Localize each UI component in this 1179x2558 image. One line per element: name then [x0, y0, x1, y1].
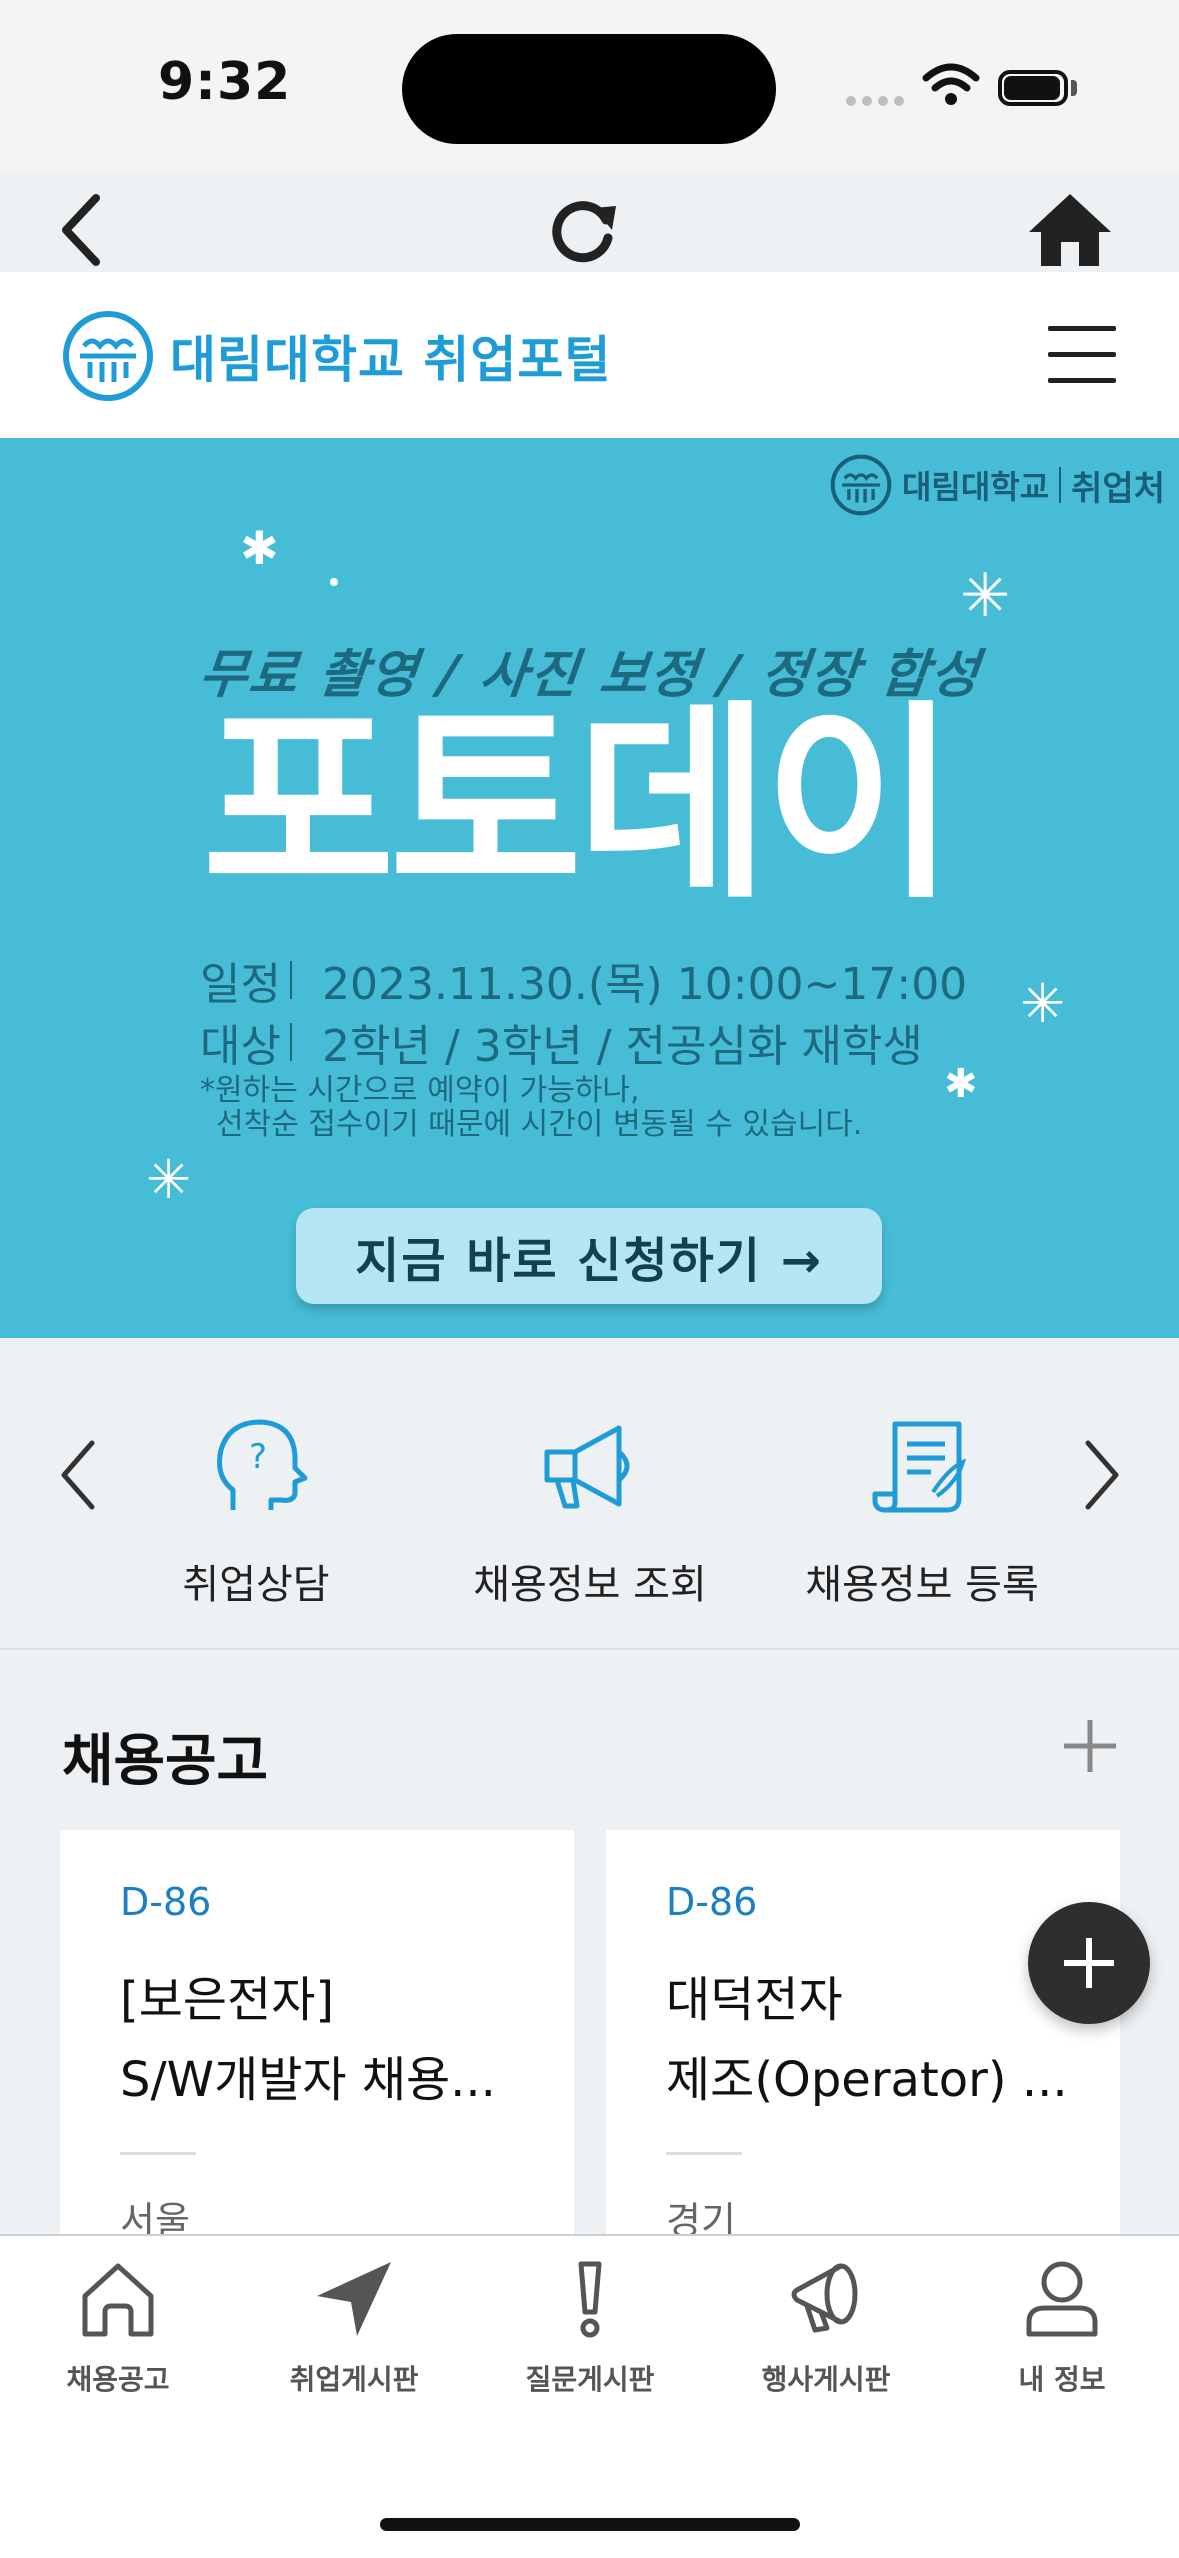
back-button[interactable]	[32, 180, 132, 280]
banner-corner-logo: 대림대학교 취업처	[830, 454, 1165, 516]
tab-event-board[interactable]: 행사게시판	[708, 2256, 944, 2398]
quick-item-job-register[interactable]: 채용정보 등록	[782, 1412, 1062, 1610]
hamburger-icon-line	[1048, 378, 1116, 383]
document-pen-icon	[872, 1421, 967, 1513]
exclamation-icon	[578, 2261, 602, 2338]
banner-logo-sub: 취업처	[1071, 468, 1165, 509]
tab-my-info[interactable]: 내 정보	[944, 2256, 1179, 2398]
megaphone-icon	[544, 1425, 630, 1509]
job-card[interactable]: D-86 대덕전자 제조(Operator) ... 경기	[606, 1830, 1120, 2250]
paper-plane-icon	[317, 2262, 391, 2336]
banner-note-line: *원하는 시간으로 예약이 가능하나,	[200, 1073, 640, 1108]
hamburger-icon-line	[1048, 352, 1116, 357]
svg-text:?: ?	[249, 1437, 267, 1477]
tab-label: 취업게시판	[289, 2363, 419, 2396]
schedule-label: 일정	[200, 959, 281, 1010]
menu-button[interactable]	[1048, 322, 1120, 384]
reload-icon	[552, 201, 616, 263]
dday-badge: D-86	[120, 1880, 212, 1924]
quick-item-job-search[interactable]: 채용정보 조회	[450, 1412, 730, 1610]
section-title: 채용공고	[62, 1729, 269, 1794]
divider	[120, 2152, 196, 2155]
quick-item-label: 취업상담	[182, 1562, 330, 1608]
divider	[290, 961, 292, 999]
floating-add-button[interactable]	[1028, 1902, 1150, 2024]
tab-job-postings[interactable]: 채용공고	[0, 2256, 236, 2398]
sparkle-icon: ✳	[960, 561, 1011, 631]
job-company: [보은전자]	[120, 1972, 335, 2028]
target-value: 2학년 / 3학년 / 전공심화 재학생	[322, 1021, 923, 1072]
hamburger-icon	[1048, 326, 1116, 331]
quick-item-consulting[interactable]: ? 취업상담	[116, 1412, 396, 1610]
university-logo-icon	[63, 311, 153, 401]
signal-dot-icon	[846, 96, 856, 106]
job-title: [보은전자] S/W개발자 채용...	[120, 1960, 540, 2120]
quick-item-label: 채용정보 조회	[473, 1562, 707, 1608]
home-button[interactable]	[1020, 180, 1120, 280]
tab-label: 채용공고	[66, 2363, 170, 2396]
banner-title: 포토데이	[202, 682, 957, 927]
quick-menu-next-button[interactable]	[1062, 1430, 1142, 1520]
chevron-left-icon	[61, 1440, 95, 1510]
more-plus-icon[interactable]	[1060, 1716, 1120, 1776]
banner-note: *원하는 시간으로 예약이 가능하나, 선착순 접수이기 때문에 시간이 변동될…	[200, 1074, 862, 1142]
job-position: 제조(Operator) ...	[666, 2052, 1068, 2108]
brand-title: 대림대학교 취업포털	[170, 331, 612, 389]
university-logo-icon	[830, 454, 892, 516]
photo-day-banner[interactable]: 대림대학교 취업처 ✱ ✳ ✳ ✱ ✳ 무료 촬영 / 사진 보정 / 정장 합…	[0, 438, 1179, 1338]
signal-dot-icon	[862, 96, 872, 106]
home-icon	[1029, 194, 1111, 266]
target-label: 대상	[200, 1021, 281, 1072]
tab-question-board[interactable]: 질문게시판	[472, 2256, 708, 2398]
quick-menu-prev-button[interactable]	[38, 1430, 118, 1520]
sparkle-icon: ✱	[240, 521, 279, 575]
tab-label: 내 정보	[1018, 2363, 1106, 2396]
divider	[666, 2152, 742, 2155]
sparkle-icon: ✳	[146, 1148, 192, 1211]
apply-now-button[interactable]: 지금 바로 신청하기 →	[296, 1208, 882, 1304]
sparkle-icon: ✱	[944, 1061, 978, 1107]
sparkle-dot-icon	[330, 578, 338, 586]
banner-target-row: 대상 2학년 / 3학년 / 전공심화 재학생	[200, 1010, 923, 1074]
job-title: 대덕전자 제조(Operator) ...	[666, 1960, 1086, 2120]
signal-dot-icon	[878, 96, 888, 106]
tab-label: 행사게시판	[761, 2363, 891, 2396]
status-time: 9:32	[158, 52, 292, 112]
person-icon	[1026, 2261, 1098, 2337]
sparkle-icon: ✳	[1020, 972, 1066, 1035]
megaphone-icon	[791, 2263, 858, 2333]
tab-label: 질문게시판	[525, 2363, 655, 2396]
brand-logo-link[interactable]: 대림대학교 취업포털	[62, 310, 611, 402]
banner-logo-divider	[1059, 467, 1062, 503]
tab-job-board[interactable]: 취업게시판	[236, 2256, 472, 2398]
wifi-icon	[922, 63, 980, 105]
banner-note-line: 선착순 접수이기 때문에 시간이 변동될 수 있습니다.	[216, 1107, 863, 1142]
job-card[interactable]: D-86 [보은전자] S/W개발자 채용... 서울	[60, 1830, 574, 2250]
head-question-icon: ?	[217, 1419, 308, 1510]
banner-schedule-row: 일정 2023.11.30.(목) 10:00~17:00	[200, 948, 967, 1012]
job-company: 대덕전자	[666, 1972, 843, 2028]
home-indicator[interactable]	[380, 2518, 800, 2531]
quick-item-label: 채용정보 등록	[805, 1562, 1039, 1608]
job-position: S/W개발자 채용...	[120, 2052, 496, 2108]
signal-dot-icon	[894, 96, 904, 106]
battery-tip	[1071, 80, 1077, 96]
banner-logo-name: 대림대학교	[901, 468, 1050, 506]
house-icon	[82, 2263, 154, 2337]
chevron-left-icon	[62, 194, 100, 266]
dday-badge: D-86	[666, 1880, 758, 1924]
chevron-right-icon	[1085, 1440, 1119, 1510]
reload-button[interactable]	[534, 180, 634, 280]
schedule-value: 2023.11.30.(목) 10:00~17:00	[322, 959, 968, 1010]
battery-level	[1004, 76, 1060, 100]
divider	[290, 1023, 292, 1061]
dynamic-island	[402, 34, 776, 144]
